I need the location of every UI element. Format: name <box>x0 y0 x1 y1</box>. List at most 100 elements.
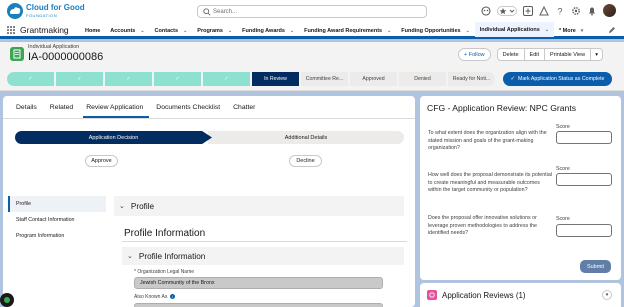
reviews-dropdown-button[interactable]: ▾ <box>602 290 612 300</box>
also-known-as-field[interactable] <box>134 303 383 307</box>
chevron-down-icon[interactable]: ⌄ <box>228 28 232 34</box>
profile-section-header[interactable]: ⌄ Profile <box>114 196 404 216</box>
nav-tabs: Home Accounts ⌄ Contacts ⌄ Programs ⌄ Fundi… <box>80 22 588 39</box>
favorites-icon[interactable] <box>497 5 517 16</box>
chevron-down-icon[interactable]: ⌄ <box>545 27 549 33</box>
setup-gear-icon[interactable] <box>571 6 581 16</box>
profile-information-title: Profile Information <box>124 228 206 239</box>
nav-item-home[interactable]: Home <box>80 22 105 39</box>
score-label: Score <box>556 124 570 130</box>
record-type-label: Individual Application <box>28 44 80 50</box>
path-stage-complete[interactable]: ✓ <box>203 72 250 86</box>
score-input-3[interactable] <box>556 224 612 237</box>
profile-divider <box>122 241 407 242</box>
path-stage-complete[interactable]: ✓ <box>105 72 152 86</box>
delete-button[interactable]: Delete <box>496 48 525 61</box>
info-icon[interactable]: i <box>170 294 176 300</box>
path-stage-ready-for-notification[interactable]: Ready for Noti... <box>448 72 495 86</box>
application-record-icon <box>10 47 24 61</box>
sub-stage-application-decision[interactable]: Application Decision <box>15 131 212 144</box>
side-nav-staff-contact[interactable]: Staff Contact Information <box>8 212 106 228</box>
app-launcher-icon[interactable] <box>7 26 16 35</box>
checkmark-icon: ✓ <box>510 76 515 82</box>
help-icon[interactable]: ? <box>555 6 565 16</box>
svg-text:?: ? <box>557 6 562 16</box>
printable-view-button[interactable]: Printable View <box>545 48 592 61</box>
nav-item-label: Home <box>85 27 101 34</box>
path-stage-complete[interactable]: ✓ <box>56 72 103 86</box>
path-stage-complete[interactable]: ✓ <box>7 72 54 86</box>
search-placeholder: Search... <box>213 9 238 15</box>
nav-item-programs[interactable]: Programs ⌄ <box>192 22 237 39</box>
tab-related[interactable]: Related <box>47 104 79 118</box>
tab-documents-checklist[interactable]: Documents Checklist <box>153 104 226 118</box>
path-stage-committee-review[interactable]: Committee Re... <box>301 72 348 86</box>
nav-item-funding-awards[interactable]: Funding Awards ⌄ <box>237 22 299 39</box>
logo-text: Cloud for Good <box>26 3 85 12</box>
edit-nav-pencil-icon[interactable] <box>608 26 616 34</box>
score-input-2[interactable] <box>556 173 612 186</box>
section-title: Profile <box>130 201 155 211</box>
nav-item-funding-award-requirements[interactable]: Funding Award Requirements ⌄ <box>299 22 396 39</box>
path-stage-complete[interactable]: ✓ <box>154 72 201 86</box>
utility-bar-icon[interactable] <box>0 293 14 307</box>
nav-item-individual-applications[interactable]: Individual Applications ⌄ <box>474 22 554 39</box>
trailhead-icon[interactable] <box>539 5 549 16</box>
application-reviews-title[interactable]: Application Reviews (1) <box>442 291 526 300</box>
sub-stage-additional-details[interactable]: Additional Details <box>208 131 404 144</box>
nav-item-accounts[interactable]: Accounts ⌄ <box>105 22 149 39</box>
cloud-logo-icon[interactable] <box>6 2 24 20</box>
subsection-title: Profile Information <box>138 251 206 261</box>
review-form-title: CFG - Application Review: NPC Grants <box>427 103 577 113</box>
user-avatar[interactable] <box>603 4 616 17</box>
global-header: Cloud for Good FOUNDATION Search... ? <box>0 0 624 22</box>
profile-subsection-header[interactable]: ⌄ Profile Information <box>122 247 404 265</box>
app-name: Grantmaking <box>20 25 69 35</box>
score-label: Score <box>556 216 570 222</box>
path-stage-denied[interactable]: Denied <box>399 72 446 86</box>
nav-item-label: Contacts <box>154 27 179 34</box>
org-legal-name-label: * Organization Legal Name <box>134 269 195 275</box>
reviews-list-icon <box>427 290 437 300</box>
tab-review-application[interactable]: Review Application <box>83 104 150 118</box>
record-actions: + Follow Delete Edit Printable View ▾ <box>458 48 604 61</box>
org-legal-name-field[interactable]: Jewish Community of the Bronx <box>134 277 383 289</box>
nav-item-contacts[interactable]: Contacts ⌄ <box>150 22 193 39</box>
global-search[interactable]: Search... <box>197 5 427 18</box>
nav-item-label: Accounts <box>110 27 136 34</box>
chevron-down-icon[interactable]: ⌄ <box>387 28 391 34</box>
nav-item-label: Individual Applications <box>479 26 540 33</box>
side-nav-program-information[interactable]: Program Information <box>8 228 106 244</box>
nav-item-more[interactable]: * More ▾ <box>554 22 588 39</box>
assistant-icon[interactable] <box>481 5 491 16</box>
decline-button[interactable]: Decline <box>289 155 322 167</box>
chevron-down-icon[interactable]: ⌄ <box>290 28 294 34</box>
status-path: ✓ ✓ ✓ ✓ ✓ In Review Committee Re... Appr… <box>7 72 497 86</box>
score-input-1[interactable] <box>556 131 612 144</box>
add-icon[interactable] <box>523 5 533 16</box>
path-stage-approved[interactable]: Approved <box>350 72 397 86</box>
nav-item-funding-opportunities[interactable]: Funding Opportunities ⌄ <box>396 22 474 39</box>
approve-button[interactable]: Approve <box>85 155 118 167</box>
mark-status-complete-button[interactable]: ✓ Mark Application Status as Complete <box>503 72 612 86</box>
nav-item-label: Funding Award Requirements <box>304 27 383 34</box>
search-icon <box>203 8 211 16</box>
chevron-down-icon[interactable]: ⌄ <box>140 28 144 34</box>
edit-button[interactable]: Edit <box>524 48 546 61</box>
tab-details[interactable]: Details <box>13 104 43 118</box>
tab-chatter[interactable]: Chatter <box>230 104 261 118</box>
path-stage-in-review[interactable]: In Review <box>252 72 299 86</box>
review-question-1: To what extent does the organization ali… <box>428 130 547 152</box>
record-tabs: Details Related Review Application Docum… <box>13 104 265 118</box>
nav-item-label: Funding Awards <box>242 27 285 34</box>
more-actions-dropdown[interactable]: ▾ <box>591 48 604 61</box>
side-nav-profile[interactable]: Profile <box>8 196 106 212</box>
submit-review-button[interactable]: Submit <box>580 260 611 273</box>
app-navigation: Grantmaking Home Accounts ⌄ Contacts ⌄ Pro… <box>0 22 624 39</box>
follow-button[interactable]: + Follow <box>458 48 491 61</box>
mark-status-label: Mark Application Status as Complete <box>517 76 605 82</box>
chevron-down-icon[interactable]: ⌄ <box>466 28 470 34</box>
notifications-bell-icon[interactable] <box>587 6 597 16</box>
chevron-down-icon[interactable]: ⌄ <box>183 28 187 34</box>
review-question-2: How well does the proposal demonstrate i… <box>428 172 552 194</box>
